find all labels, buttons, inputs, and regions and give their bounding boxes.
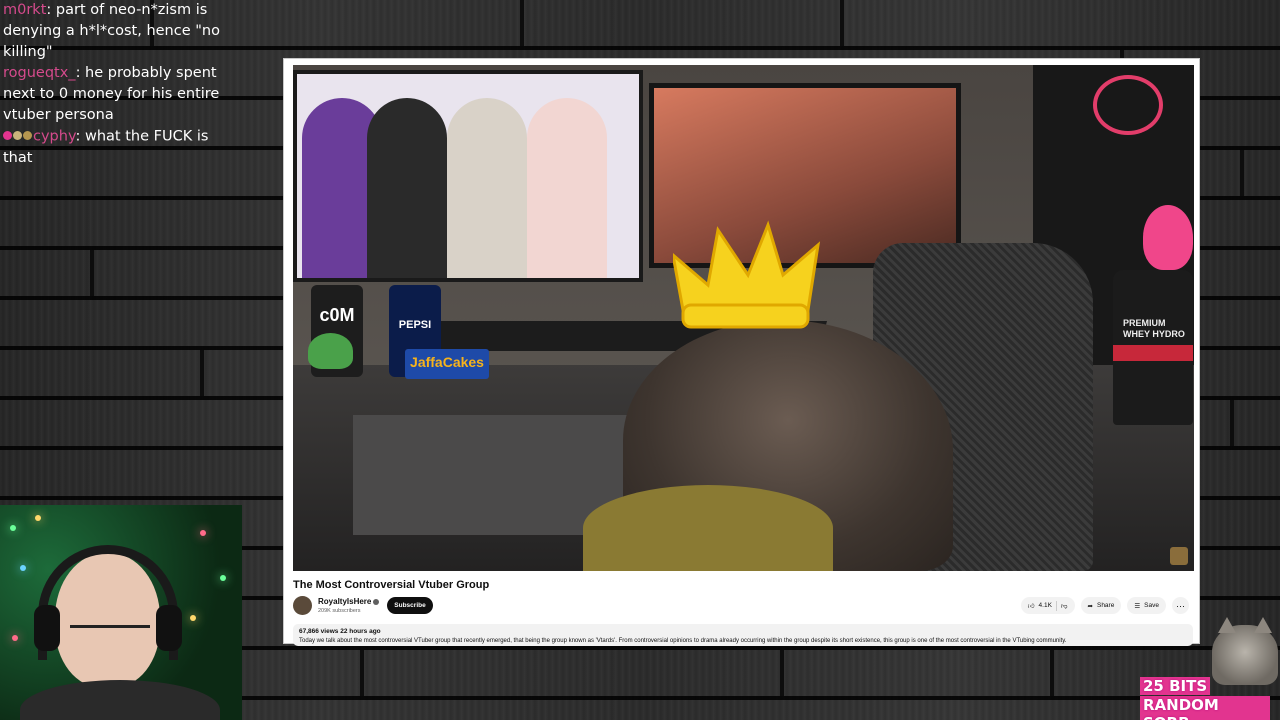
string-light xyxy=(200,530,206,536)
chat-username: cyphy xyxy=(33,128,76,145)
wood-seam xyxy=(840,0,844,46)
protein-label: PREMIUM WHEY HYDRO xyxy=(1123,318,1185,339)
description-text: Today we talk about the most controversi… xyxy=(299,638,1067,644)
wood-seam xyxy=(90,250,94,296)
string-light xyxy=(12,635,18,641)
pepe-figure xyxy=(308,333,353,369)
share-icon: ➦ xyxy=(1087,602,1093,610)
anime-character xyxy=(367,98,447,278)
wood-seam xyxy=(360,650,364,696)
streamer-shirt xyxy=(20,680,220,720)
rgb-fan xyxy=(1093,75,1163,135)
can-label: c0M xyxy=(319,305,355,325)
anime-character xyxy=(527,98,607,278)
bits-alert: 25 BITS RANDOM SORB xyxy=(1140,676,1270,720)
ear-cup xyxy=(156,605,182,651)
video-player[interactable]: c0M PEPSI JaffaCakes PREMIUM WHEY HYDRO xyxy=(293,65,1194,571)
heart-badge-icon xyxy=(3,131,12,140)
chat-message: cyphy: what the FUCK is that xyxy=(3,126,231,169)
youtube-window: c0M PEPSI JaffaCakes PREMIUM WHEY HYDRO … xyxy=(283,58,1200,646)
anime-poster-monitor xyxy=(293,70,643,282)
string-light xyxy=(35,515,41,521)
more-actions-button[interactable]: ··· xyxy=(1172,597,1189,614)
wood-seam xyxy=(1230,400,1234,446)
can-label: PEPSI xyxy=(398,319,432,331)
webcam-feed xyxy=(0,505,242,720)
share-button[interactable]: ➦ Share xyxy=(1080,597,1122,614)
chat-badges xyxy=(3,126,33,147)
subscriber-count: 209K subscribers xyxy=(318,608,361,614)
wood-seam xyxy=(1240,150,1244,196)
crown-icon xyxy=(673,220,821,329)
chat-username: rogueqtx_ xyxy=(3,65,76,81)
chat-message: m0rkt: part of neo-n*zism is denying a h… xyxy=(3,0,231,63)
description-box[interactable]: 67,866 views 22 hours ago Today we talk … xyxy=(293,624,1193,646)
like-dislike-button[interactable]: 👍︎ 4.1K 👎︎ xyxy=(1020,597,1075,614)
subscribe-button[interactable]: Subscribe xyxy=(387,597,433,614)
thumbs-down-icon[interactable]: 👎︎ xyxy=(1061,602,1068,610)
sub-badge-icon xyxy=(13,131,22,140)
views-and-date: 67,866 views 22 hours ago xyxy=(299,628,381,635)
anime-character xyxy=(447,98,527,278)
chat-message: rogueqtx_: he probably spent next to 0 m… xyxy=(3,63,231,126)
biscuit-label: JaffaCakes xyxy=(410,354,484,370)
ear-cup xyxy=(34,605,60,651)
glasses xyxy=(70,625,150,643)
save-button[interactable]: ☰ Save xyxy=(1127,597,1166,614)
divider xyxy=(1055,600,1057,611)
shirt xyxy=(583,485,833,571)
protein-stripe xyxy=(1113,345,1193,361)
save-icon: ☰ xyxy=(1134,602,1141,610)
video-title: The Most Controversial Vtuber Group xyxy=(293,579,490,591)
like-count: 4.1K xyxy=(1038,602,1052,609)
jaffa-cakes-box: JaffaCakes xyxy=(405,349,489,379)
channel-avatar[interactable] xyxy=(293,596,312,615)
protein-tub: PREMIUM WHEY HYDRO xyxy=(1113,270,1193,425)
bits-badge-icon xyxy=(23,131,32,140)
string-light xyxy=(190,615,196,621)
cat-ear xyxy=(1218,617,1236,633)
bits-amount: 25 BITS xyxy=(1140,677,1211,695)
cat-ear xyxy=(1254,617,1272,633)
wood-seam xyxy=(780,650,784,696)
wood-seam xyxy=(520,0,524,46)
save-label: Save xyxy=(1144,602,1159,609)
channel-watermark-icon xyxy=(1170,547,1188,565)
string-light xyxy=(10,525,16,531)
string-light xyxy=(20,565,26,571)
verified-icon xyxy=(373,598,380,605)
thumbs-up-icon[interactable]: 👍︎ xyxy=(1028,602,1035,610)
wood-seam xyxy=(200,350,204,396)
bits-donor-name: RANDOM SORB xyxy=(1140,696,1270,720)
channel-name[interactable]: RoyaltyIsHere xyxy=(318,597,380,606)
share-label: Share xyxy=(1096,602,1115,609)
chat-username: m0rkt xyxy=(3,2,47,18)
wood-seam xyxy=(1050,650,1054,696)
chat-overlay: m0rkt: part of neo-n*zism is denying a h… xyxy=(3,0,231,169)
string-light xyxy=(220,575,226,581)
video-actions: 👍︎ 4.1K 👎︎ ➦ Share ☰ Save ··· xyxy=(1020,597,1189,614)
channel-name-text[interactable]: RoyaltyIsHere xyxy=(318,597,371,606)
rubber-duck xyxy=(1143,205,1193,270)
